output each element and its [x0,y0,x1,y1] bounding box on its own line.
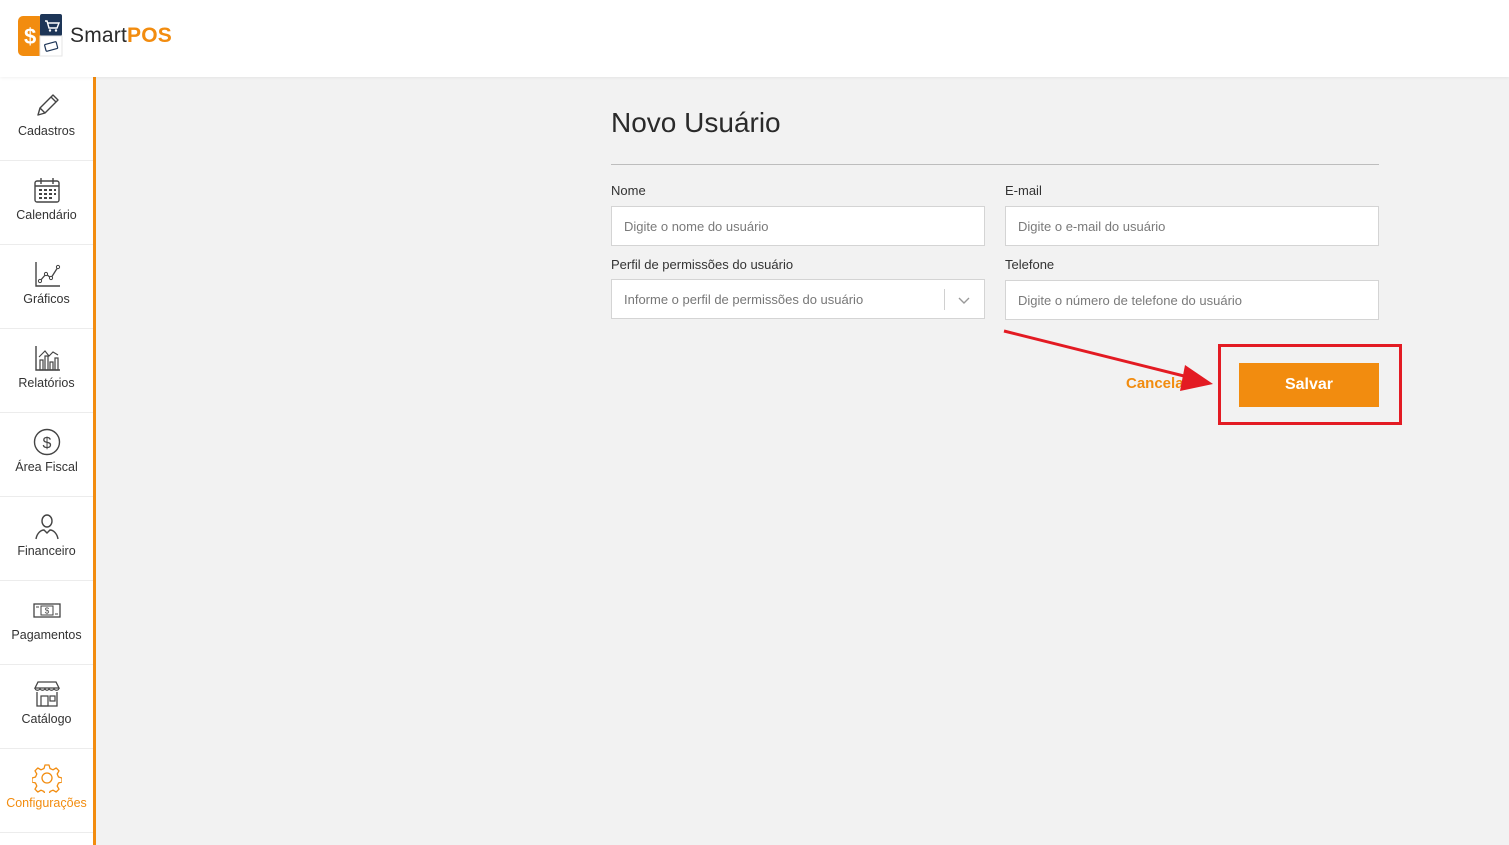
sidebar-item-cadastros[interactable]: Cadastros [0,77,93,161]
sidebar-item-label: Relatórios [18,376,75,390]
smartpos-logo-icon: $ [18,14,64,58]
page-title: Novo Usuário [611,107,781,138]
cancel-button[interactable]: Cancelar [1126,375,1189,392]
email-label: E-mail [1005,183,1042,198]
phone-input[interactable] [1018,292,1378,308]
profile-select[interactable]: Informe o perfil de permissões do usuári… [611,279,985,319]
title-divider [611,164,1379,165]
sidebar-item-label: Cadastros [18,124,75,138]
sidebar-item-label: Área Fiscal [15,460,78,474]
sidebar-item-relatorios[interactable]: Relatórios [0,329,93,413]
email-field-box [1005,206,1379,246]
sidebar: Cadastros Calendário Gráficos Relatórios… [0,77,96,845]
chevron-down-icon[interactable] [956,292,972,308]
gear-icon [31,763,62,793]
person-icon [32,511,62,541]
sidebar-item-label: Gráficos [23,292,70,306]
sidebar-item-graficos[interactable]: Gráficos [0,245,93,329]
name-field-box [611,206,985,246]
annotation-highlight-box [1218,344,1402,425]
name-label: Nome [611,183,646,198]
dollar-circle-icon: $ [32,427,62,457]
profile-label: Perfil de permissões do usuário [611,257,794,272]
sidebar-item-pagamentos[interactable]: $ Pagamentos [0,581,93,665]
sidebar-item-label: Calendário [16,208,77,222]
logo-text: SmartPOS [70,24,172,47]
top-bar: $ SmartPOS [0,0,1509,77]
sidebar-item-label: Pagamentos [11,628,82,642]
calendar-icon [32,175,62,205]
sidebar-item-label: Catálogo [21,712,72,726]
sidebar-item-catalogo[interactable]: Catálogo [0,665,93,749]
phone-label: Telefone [1005,257,1055,272]
sidebar-item-area-fiscal[interactable]: $ Área Fiscal [0,413,93,497]
svg-text:$: $ [44,607,49,616]
svg-text:$: $ [42,435,51,452]
smartpos-logo[interactable]: $ SmartPOS [18,14,172,58]
sidebar-item-label: Financeiro [17,544,76,558]
select-separator [944,289,945,310]
name-input[interactable] [624,218,984,234]
svg-text:$: $ [24,24,36,49]
sidebar-item-label: Configurações [6,796,87,810]
line-chart-icon [32,259,62,289]
sidebar-item-financeiro[interactable]: Financeiro [0,497,93,581]
sidebar-item-calendario[interactable]: Calendário [0,161,93,245]
storefront-icon [32,679,62,709]
profile-select-placeholder: Informe o perfil de permissões do usuári… [624,291,864,307]
new-user-form: Novo Usuário Nome E-mail Perfil de permi… [611,105,1379,407]
banknote-icon: $ [32,595,62,625]
pencil-icon [32,91,62,121]
bar-chart-icon [32,343,62,373]
phone-field-box [1005,280,1379,320]
email-input[interactable] [1018,218,1378,234]
sidebar-item-configuracoes[interactable]: Configurações [0,749,93,833]
